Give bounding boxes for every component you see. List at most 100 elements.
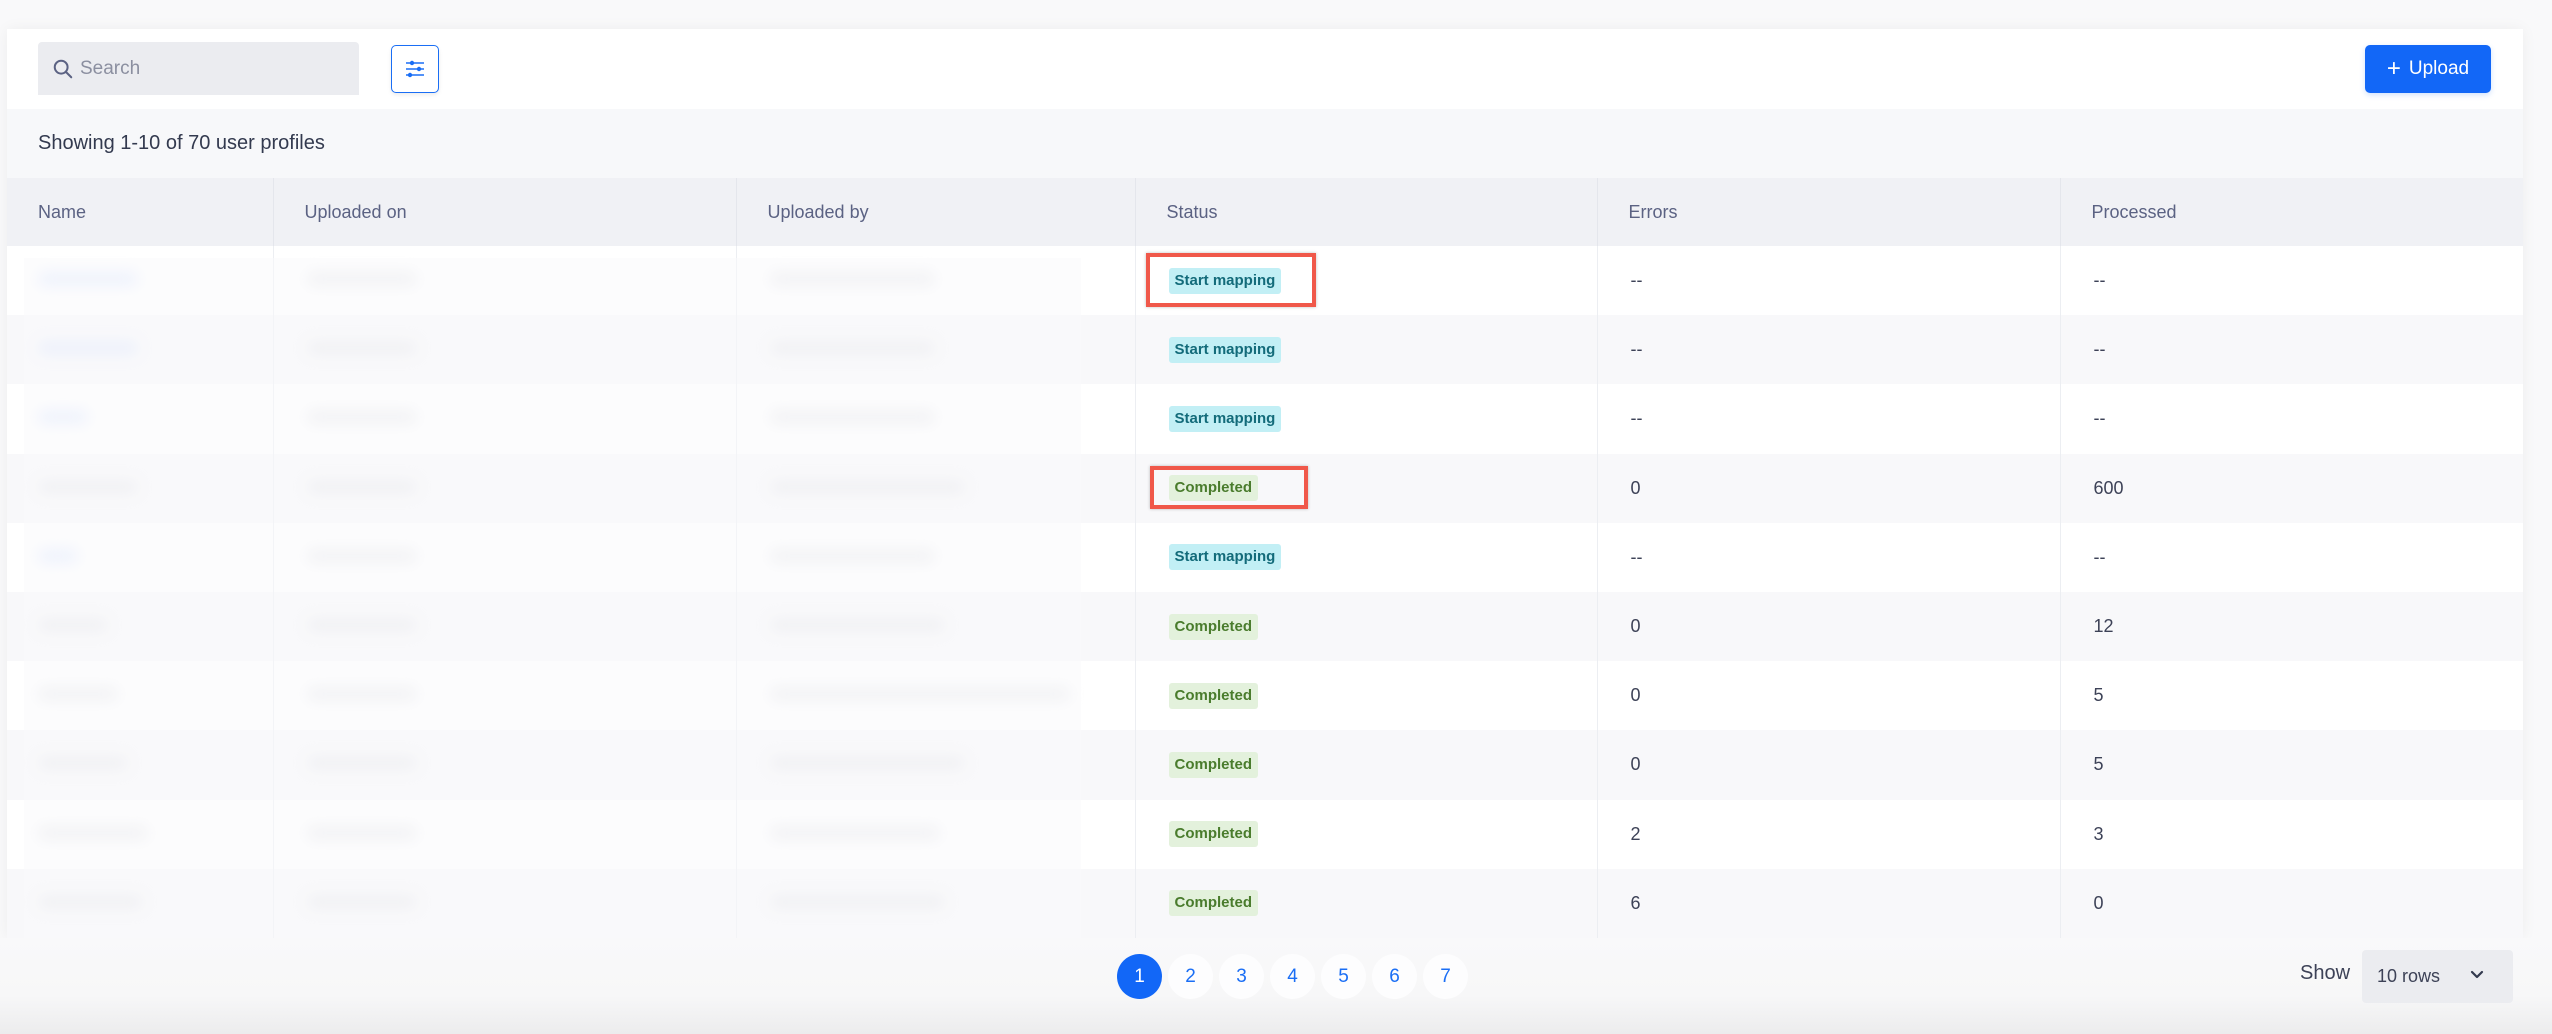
redacted-uploader <box>769 341 935 356</box>
processed-value: -- <box>2093 408 2106 429</box>
redacted-name-link[interactable] <box>38 825 148 840</box>
cell-uploaded-on <box>272 384 736 454</box>
cell-name <box>7 591 273 662</box>
cell-errors: 0 <box>1596 591 2060 662</box>
chevron-down-icon <box>2470 970 2484 979</box>
cell-uploaded-by <box>735 315 1135 385</box>
page-button-5[interactable]: 5 <box>1321 954 1366 999</box>
processed-value: 5 <box>2093 685 2104 706</box>
redacted-uploader <box>769 894 945 909</box>
column-header-uploaded-on[interactable]: Uploaded on <box>272 178 736 246</box>
processed-value: -- <box>2093 270 2106 291</box>
errors-value: 0 <box>1630 685 1641 706</box>
redacted-name-link[interactable] <box>38 687 118 702</box>
errors-value: 6 <box>1630 892 1641 913</box>
table-row[interactable]: Completed 0 12 <box>7 591 2523 662</box>
cell-status: Completed <box>1134 730 1597 800</box>
search-icon <box>53 59 73 78</box>
results-count-text: Showing 1-10 of 70 user profiles <box>38 132 325 154</box>
errors-value: -- <box>1630 546 1643 567</box>
cell-status: Completed <box>1134 591 1597 662</box>
table-row[interactable]: Completed 6 0 <box>7 868 2523 938</box>
processed-value: 0 <box>2093 892 2104 913</box>
processed-value: -- <box>2093 339 2106 360</box>
pagination: 1234567 <box>1117 954 1468 999</box>
upload-button[interactable]: + Upload <box>2365 45 2491 93</box>
cell-uploaded-on <box>272 661 736 731</box>
cell-errors: 0 <box>1596 453 2060 523</box>
table-row[interactable]: Start mapping -- -- <box>7 384 2523 454</box>
cell-status: Start mapping <box>1134 246 1597 316</box>
table-row[interactable]: Start mapping -- -- <box>7 522 2523 592</box>
table-row[interactable]: Start mapping -- -- <box>7 246 2523 316</box>
errors-value: 0 <box>1630 477 1641 498</box>
rows-per-page-value: 10 rows <box>2377 966 2441 986</box>
page-button-2[interactable]: 2 <box>1168 954 1213 999</box>
status-badge: Completed <box>1168 475 1259 502</box>
status-badge: Completed <box>1168 890 1259 917</box>
redacted-date <box>306 618 417 633</box>
page-button-3[interactable]: 3 <box>1219 954 1264 999</box>
page-button-4[interactable]: 4 <box>1270 954 1315 999</box>
cell-processed: 600 <box>2059 453 2523 523</box>
plus-icon: + <box>2386 55 2401 82</box>
redacted-name-link[interactable] <box>38 548 78 563</box>
redacted-date <box>306 341 417 356</box>
cell-name <box>7 730 273 800</box>
cell-uploaded-by <box>735 591 1135 662</box>
redacted-uploader <box>769 410 935 425</box>
rows-per-page-select[interactable]: 10 rows <box>2362 950 2513 1003</box>
redacted-name-link[interactable] <box>38 341 138 356</box>
status-badge: Start mapping <box>1168 405 1282 432</box>
cell-uploaded-on <box>272 246 736 316</box>
cell-processed: 5 <box>2059 661 2523 731</box>
cell-name <box>7 384 273 454</box>
redacted-name-link[interactable] <box>38 618 108 633</box>
cell-status: Start mapping <box>1134 522 1597 592</box>
redacted-name-link[interactable] <box>38 479 138 494</box>
table-row[interactable]: Completed 2 3 <box>7 799 2523 869</box>
processed-value: 3 <box>2093 823 2104 844</box>
cell-name <box>7 522 273 592</box>
cell-status: Start mapping <box>1134 315 1597 385</box>
redacted-name-link[interactable] <box>38 410 88 425</box>
cell-uploaded-by <box>735 868 1135 938</box>
redacted-date <box>306 479 417 494</box>
page-button-7[interactable]: 7 <box>1423 954 1468 999</box>
table-row[interactable]: Start mapping -- -- <box>7 315 2523 385</box>
redacted-uploader <box>769 825 940 840</box>
table-row[interactable]: Completed 0 600 <box>7 453 2523 523</box>
processed-value: 12 <box>2093 616 2114 637</box>
redacted-uploader <box>769 479 965 494</box>
table-row[interactable]: Completed 0 5 <box>7 661 2523 731</box>
redacted-name-link[interactable] <box>38 894 143 909</box>
cell-status: Completed <box>1134 453 1597 523</box>
cell-status: Completed <box>1134 661 1597 731</box>
redacted-date <box>306 272 417 287</box>
search-field[interactable] <box>38 42 359 95</box>
redacted-name-link[interactable] <box>38 272 138 287</box>
cell-name <box>7 661 273 731</box>
column-header-status[interactable]: Status <box>1134 178 1597 246</box>
column-header-name[interactable]: Name <box>7 178 273 246</box>
redacted-name-link[interactable] <box>38 756 128 771</box>
page-button-6[interactable]: 6 <box>1372 954 1417 999</box>
cell-uploaded-on <box>272 591 736 662</box>
cell-uploaded-by <box>735 453 1135 523</box>
cell-name <box>7 453 273 523</box>
redacted-date <box>306 687 417 702</box>
status-badge: Start mapping <box>1168 267 1282 294</box>
cell-status: Start mapping <box>1134 384 1597 454</box>
filter-button[interactable] <box>391 45 439 93</box>
table-row[interactable]: Completed 0 5 <box>7 730 2523 800</box>
column-header-errors[interactable]: Errors <box>1596 178 2060 246</box>
upload-label: Upload <box>2408 58 2470 79</box>
column-header-uploaded-by[interactable]: Uploaded by <box>735 178 1135 246</box>
cell-uploaded-on <box>272 453 736 523</box>
page-button-1[interactable]: 1 <box>1117 954 1162 999</box>
column-header-processed[interactable]: Processed <box>2059 178 2523 246</box>
search-input[interactable] <box>80 57 350 80</box>
cell-status: Completed <box>1134 799 1597 869</box>
redacted-date <box>306 410 417 425</box>
redacted-date <box>306 756 417 771</box>
